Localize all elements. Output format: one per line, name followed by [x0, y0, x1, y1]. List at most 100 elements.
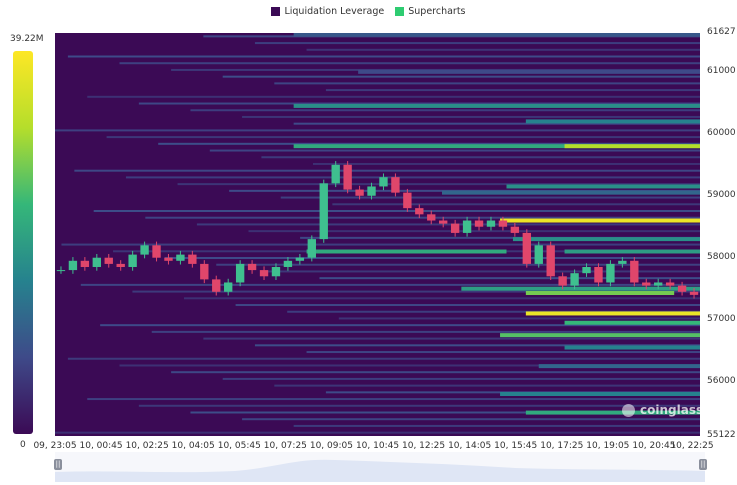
liquidation-band-faint: [338, 317, 700, 320]
candle-body: [570, 273, 579, 286]
liquidation-band-faint: [242, 115, 700, 118]
liquidation-band-faint: [325, 89, 700, 92]
liquidation-band-faint: [145, 216, 700, 219]
liquidation-band-faint: [313, 162, 700, 165]
candle-body: [450, 223, 460, 233]
candle-body: [68, 260, 78, 271]
candle-body: [606, 263, 615, 283]
candle-body: [677, 285, 687, 292]
liquidation-band: [500, 391, 700, 396]
y-tick-label: 56000: [707, 375, 736, 386]
liquidation-band-faint: [87, 95, 700, 98]
candle-body: [319, 183, 328, 240]
time-navigator[interactable]: [55, 452, 705, 482]
candle-body: [510, 226, 520, 233]
candle-body: [689, 291, 699, 295]
liquidation-band-faint: [222, 75, 700, 78]
heatmap-plot-area[interactable]: [55, 33, 700, 436]
candle-body: [271, 266, 281, 277]
liquidation-band-faint: [171, 371, 700, 374]
candle-body: [534, 245, 543, 264]
liquidation-band: [538, 364, 700, 369]
candle-body: [630, 260, 639, 283]
x-tick-label: 10, 20:45: [632, 441, 676, 451]
candle-body: [283, 260, 293, 267]
candle-body: [582, 266, 591, 274]
liquidation-band: [461, 286, 700, 291]
liquidation-band-faint: [164, 257, 700, 260]
liquidation-band-faint: [106, 136, 700, 139]
legend-item-liquidation-leverage[interactable]: Liquidation Leverage: [271, 6, 384, 17]
x-tick-label: 10, 04:05: [171, 441, 215, 451]
liquidation-band-faint: [67, 357, 700, 360]
candle-body: [462, 220, 472, 233]
candle-body: [224, 282, 233, 292]
candle-body: [331, 164, 340, 184]
candle-body: [56, 270, 66, 272]
liquidation-band: [293, 103, 700, 108]
candle-body: [594, 266, 603, 283]
candle-body: [415, 208, 424, 215]
liquidation-band: [564, 144, 700, 149]
liquidation-band-faint: [74, 169, 700, 172]
x-tick-label: 10, 07:25: [263, 441, 307, 451]
liquidation-band: [442, 190, 700, 195]
liquidation-band-faint: [274, 82, 700, 85]
candle-body: [188, 254, 197, 264]
candle-body: [439, 220, 448, 224]
liquidation-band-faint: [248, 230, 700, 233]
liquidation-band-faint: [151, 330, 700, 333]
liquidation-band-faint: [93, 209, 700, 212]
x-tick-label: 10, 15:45: [494, 441, 538, 451]
candle-body: [379, 177, 388, 187]
heatmap-svg: [55, 33, 700, 434]
liquidation-band-faint: [306, 48, 700, 51]
y-tick-label: 55122: [707, 430, 736, 440]
navigator-left-handle[interactable]: ||: [54, 459, 62, 470]
liquidation-band-faint: [87, 398, 700, 401]
candle-body: [307, 239, 316, 258]
candle-body: [546, 245, 555, 277]
liquidation-band: [525, 291, 675, 296]
candle-body: [558, 276, 567, 286]
liquidation-band-faint: [125, 176, 700, 179]
liquidation-band-faint: [222, 377, 700, 380]
liquidation-band-faint: [280, 196, 700, 199]
navigator-right-handle[interactable]: ||: [699, 459, 707, 470]
watermark: coinglass: [622, 403, 703, 417]
liquidation-band-faint: [119, 62, 700, 65]
liquidation-band: [512, 237, 700, 242]
legend-item-supercharts[interactable]: Supercharts: [395, 6, 466, 17]
y-tick-label: 61000: [707, 65, 736, 76]
liquidation-band: [306, 249, 507, 254]
candle-body: [259, 270, 269, 277]
x-tick-label: 10, 02:25: [125, 441, 169, 451]
x-tick-label: 10, 17:25: [540, 441, 584, 451]
colorbar-max-label: 39.22M: [10, 34, 44, 44]
liquidation-band: [500, 218, 700, 223]
x-tick-label: 10, 19:05: [586, 441, 630, 451]
liquidation-band-faint: [293, 424, 700, 427]
colorbar-min-label: 0: [20, 440, 26, 450]
liquidation-band-faint: [319, 277, 700, 280]
candle-body: [355, 189, 364, 196]
candle-body: [474, 220, 484, 227]
candle-body: [618, 260, 627, 264]
candle-body: [247, 263, 257, 271]
candle-body: [522, 232, 531, 264]
coinglass-logo-icon: [622, 403, 635, 417]
candle-body: [295, 257, 305, 261]
candle-body: [665, 282, 675, 286]
candle-body: [140, 245, 149, 255]
candle-body: [104, 257, 113, 264]
watermark-text: coinglass: [640, 403, 704, 417]
liquidation-band-faint: [190, 109, 700, 112]
colorbar: [13, 51, 33, 434]
candle-body: [391, 177, 400, 193]
liquidation-band-faint: [274, 384, 700, 387]
x-tick-label: 10, 05:45: [217, 441, 261, 451]
liquidation-band: [293, 33, 700, 37]
y-tick-label: 57000: [707, 313, 736, 324]
y-tick-label: 58000: [707, 251, 736, 262]
legend-swatch: [395, 7, 405, 16]
